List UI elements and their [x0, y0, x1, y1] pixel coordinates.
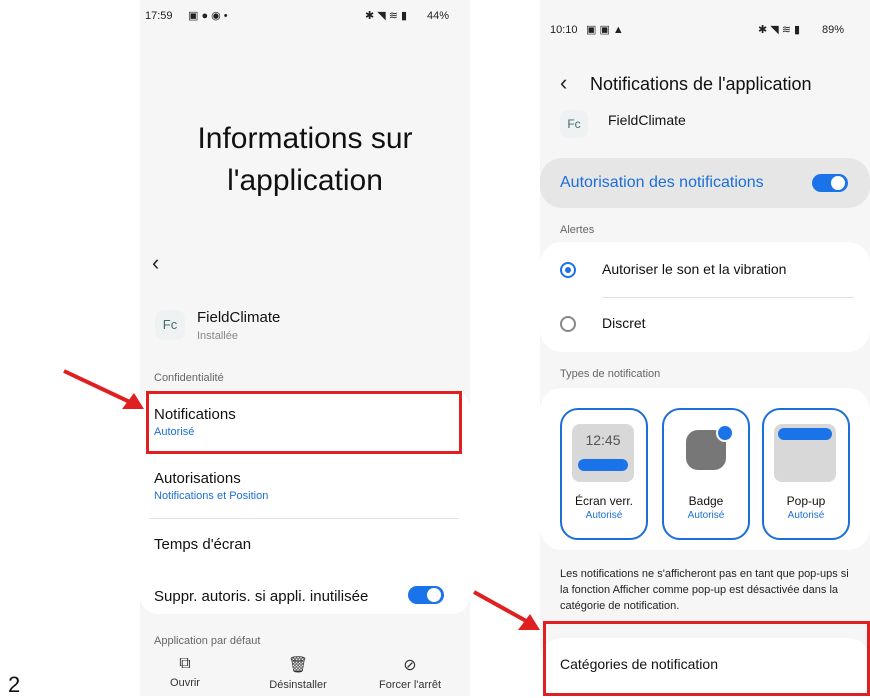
left-status-signal-icons: ✱ ◥ ≋ ▮ — [365, 10, 408, 22]
badge-label: Badge — [688, 494, 724, 508]
right-status-time: 10:10 — [550, 24, 578, 36]
silent-radio[interactable] — [560, 316, 576, 332]
popup-bar-icon — [778, 428, 832, 440]
open-label: Ouvrir — [170, 677, 200, 689]
app-name: FieldClimate — [197, 309, 281, 326]
uninstall-label: Désinstaller — [269, 679, 327, 691]
left-red-arrow — [63, 369, 144, 409]
right-status-icons: ▣ ▣ ▲ — [586, 24, 624, 36]
permissions-sub: Notifications et Position — [154, 490, 269, 502]
popup-info-text: Les notifications ne s'afficheront pas e… — [560, 568, 849, 612]
force-stop-label: Forcer l'arrêt — [379, 679, 441, 691]
right-status-signal-icons: ✱ ◥ ≋ ▮ — [758, 24, 801, 36]
permissions-item[interactable]: Autorisations Notifications et Position — [154, 470, 268, 502]
back-button[interactable]: ‹ — [560, 70, 567, 96]
silent-label[interactable]: Discret — [602, 315, 646, 331]
suppress-permissions-toggle[interactable] — [408, 586, 444, 604]
suppress-permissions-item[interactable]: Suppr. autoris. si appli. inutilisée — [154, 588, 368, 605]
badge-status: Autorisé — [687, 510, 725, 521]
permissions-label: Autorisations — [154, 470, 241, 487]
lock-screen-preview: 12:45 — [572, 424, 634, 482]
sound-vibration-radio[interactable] — [560, 262, 576, 278]
badge-tile[interactable]: Badge Autorisé — [662, 408, 750, 540]
page-title: Informations sur l'application — [197, 122, 413, 197]
lock-screen-time: 12:45 — [585, 432, 621, 448]
badge-dot-icon — [716, 424, 734, 442]
back-button[interactable]: ‹ — [152, 250, 159, 276]
app-icon: Fc — [155, 310, 185, 340]
popup-tile[interactable]: Pop-up Autorisé — [762, 408, 850, 540]
popup-label: Pop-up — [786, 494, 826, 508]
open-action[interactable]: ⧉ Ouvrir — [145, 655, 225, 689]
lock-screen-tile[interactable]: 12:45 Écran verr. Autorisé — [560, 408, 648, 540]
notifications-highlight-box — [146, 391, 462, 454]
trash-icon: 🗑 — [287, 657, 309, 674]
right-red-arrow — [473, 590, 540, 630]
types-section-header: Types de notification — [560, 368, 661, 380]
left-phone-screen: 17:59 ▣ ● ◉ • ✱ ◥ ≋ ▮ 44% Informations s… — [140, 0, 470, 696]
allow-notifications-label: Autorisation des notifications — [560, 174, 764, 191]
divider — [602, 297, 854, 298]
divider — [150, 518, 458, 519]
uninstall-action[interactable]: 🗑 Désinstaller — [258, 655, 338, 691]
stop-icon: ⊘ — [403, 657, 417, 674]
categories-highlight-box — [543, 621, 870, 696]
open-external-icon: ⧉ — [179, 655, 191, 672]
right-status-battery: 89% — [822, 24, 845, 36]
popup-preview — [774, 424, 836, 482]
lock-screen-status: Autorisé — [585, 510, 623, 521]
notification-bar-icon — [578, 459, 628, 471]
left-status-battery: 44% — [427, 10, 450, 22]
app-install-status: Installée — [197, 330, 238, 342]
header-title: Notifications de l'application — [590, 74, 812, 94]
alerts-section-header: Alertes — [560, 224, 595, 236]
allow-notifications-toggle[interactable] — [812, 174, 848, 192]
app-icon: Fc — [560, 110, 588, 138]
lock-screen-label: Écran verr. — [574, 494, 634, 508]
popup-status: Autorisé — [787, 510, 825, 521]
app-name: FieldClimate — [608, 112, 686, 128]
page-number: 2 — [8, 672, 21, 697]
left-status-icons: ▣ ● ◉ • — [188, 10, 228, 22]
right-phone-screen: 10:10 ▣ ▣ ▲ ✱ ◥ ≋ ▮ 89% ‹ Notifications … — [540, 0, 870, 696]
privacy-section-header: Confidentialité — [154, 372, 224, 384]
force-stop-action[interactable]: ⊘ Forcer l'arrêt — [370, 655, 450, 691]
sound-vibration-label[interactable]: Autoriser le son et la vibration — [602, 261, 786, 277]
default-app-section-header: Application par défaut — [154, 635, 261, 647]
left-status-time: 17:59 — [145, 10, 173, 22]
screen-time-item[interactable]: Temps d'écran — [154, 536, 251, 553]
